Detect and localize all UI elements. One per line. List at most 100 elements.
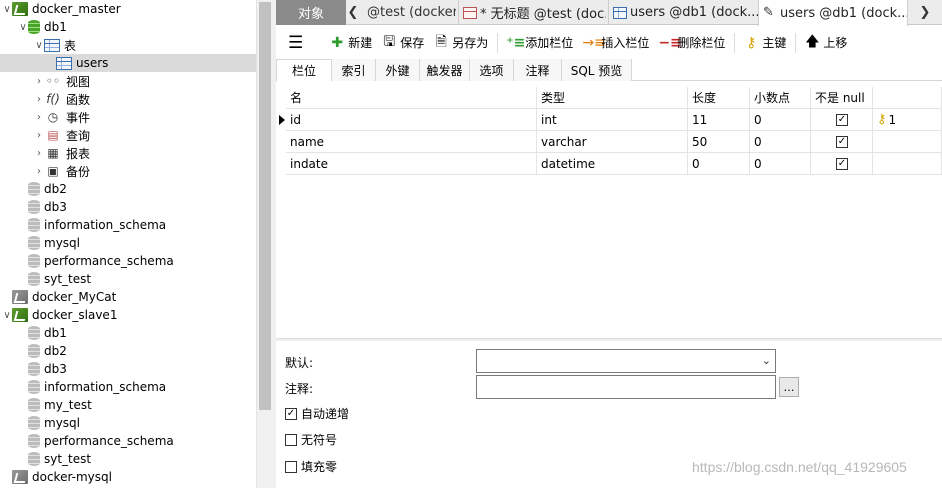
chevron-right-icon[interactable]: › xyxy=(34,72,44,90)
cell-name[interactable]: name xyxy=(286,131,537,153)
column-header-decimals[interactable]: 小数点 xyxy=(750,87,811,109)
cell-key[interactable]: ⚷ 1 xyxy=(873,109,942,131)
not-null-checkbox[interactable]: ✓ xyxy=(836,135,848,148)
move-up-button[interactable]: 🡅 上移 xyxy=(804,31,847,55)
not-null-checkbox[interactable]: ✓ xyxy=(836,157,848,170)
tree-item-docker_master[interactable]: ∨ docker_master xyxy=(0,0,256,18)
tree-scrollbar[interactable] xyxy=(256,0,272,488)
cell-key[interactable] xyxy=(873,153,942,175)
subtab-foreign-keys[interactable]: 外键 xyxy=(376,59,420,81)
cell-length[interactable]: 11 xyxy=(688,109,750,131)
tree-item[interactable]: › ▤ 查询 xyxy=(0,126,256,144)
tree-item[interactable]: ∨ 表 xyxy=(0,36,256,54)
tree-item[interactable]: › ▦ 报表 xyxy=(0,144,256,162)
tree-item-performance_schema[interactable]: performance_schema xyxy=(0,432,256,450)
chevron-down-icon[interactable]: ∨ xyxy=(18,18,28,36)
cell-not-null[interactable]: ✓ xyxy=(811,153,873,175)
subtab-triggers[interactable]: 触发器 xyxy=(420,59,470,81)
delete-field-button[interactable]: −≡ 删除栏位 xyxy=(658,31,725,55)
tree-item-docker-mysql[interactable]: docker-mysql xyxy=(0,468,256,486)
unsigned-checkbox[interactable]: 无符号 xyxy=(285,431,337,448)
subtab-comment[interactable]: 注释 xyxy=(514,59,562,81)
auto-increment-checkbox[interactable]: ✓ 自动递增 xyxy=(285,405,349,422)
tab-query-test[interactable]: @test (docker... xyxy=(360,0,456,25)
cell-not-null[interactable]: ✓ xyxy=(811,131,873,153)
checkbox-box[interactable] xyxy=(285,433,297,446)
tree-item-performance_schema[interactable]: performance_schema xyxy=(0,252,256,270)
tab-scroll-left-icon[interactable]: ❮ xyxy=(346,0,360,25)
cell-not-null[interactable]: ✓ xyxy=(811,109,873,131)
cell-decimals[interactable]: 0 xyxy=(750,109,811,131)
cell-length[interactable]: 50 xyxy=(688,131,750,153)
default-select[interactable]: ⌄ xyxy=(476,349,776,373)
add-field-button[interactable]: ⁺≡ 添加栏位 xyxy=(506,31,573,55)
checkbox-box[interactable]: ✓ xyxy=(285,407,297,420)
subtab-sql-preview[interactable]: SQL 预览 xyxy=(562,59,632,81)
insert-field-button[interactable]: →≡ 插入栏位 xyxy=(582,31,649,55)
tree-item-mysql[interactable]: mysql xyxy=(0,234,256,252)
cell-key[interactable] xyxy=(873,131,942,153)
tree-item-docker_slave1[interactable]: ∨ docker_slave1 xyxy=(0,306,256,324)
chevron-right-icon[interactable]: › xyxy=(34,162,44,180)
tab-untitled-query[interactable]: * 无标题 @test (doc... xyxy=(458,0,606,25)
chevron-right-icon[interactable]: › xyxy=(34,108,44,126)
cell-type[interactable]: int xyxy=(537,109,688,131)
connection-tree[interactable]: ∨ docker_master ∨ db1 ∨ 表 users › ◦◦ 视图 › f() 函数 › ◷ 事件… xyxy=(0,0,256,488)
tree-item-db2[interactable]: db2 xyxy=(0,342,256,360)
save-button[interactable]: 🖫 保存 xyxy=(381,31,424,55)
tree-scrollbar-thumb[interactable] xyxy=(259,2,271,410)
cell-name[interactable]: id xyxy=(286,109,537,131)
chevron-right-icon[interactable]: › xyxy=(34,90,44,108)
subtab-indexes[interactable]: 索引 xyxy=(332,59,376,81)
cell-length[interactable]: 0 xyxy=(688,153,750,175)
primary-key-button[interactable]: ⚷ 主键 xyxy=(743,31,786,55)
save-as-button[interactable]: 🗎 另存为 xyxy=(433,31,489,55)
menu-button[interactable]: ☰ xyxy=(288,31,303,55)
chevron-right-icon[interactable]: › xyxy=(34,144,44,162)
comment-input[interactable] xyxy=(476,375,776,399)
tree-item-db3[interactable]: db3 xyxy=(0,360,256,378)
tree-item[interactable]: › f() 函数 xyxy=(0,90,256,108)
tree-item-users[interactable]: users xyxy=(0,54,256,72)
tree-item-db2[interactable]: db2 xyxy=(0,180,256,198)
tree-item-information_schema[interactable]: information_schema xyxy=(0,378,256,396)
not-null-checkbox[interactable]: ✓ xyxy=(836,113,848,126)
new-button[interactable]: ✚ 新建 xyxy=(329,31,372,55)
zerofill-checkbox[interactable]: 填充零 xyxy=(285,458,337,475)
tab-scroll-right-icon[interactable]: ❯ xyxy=(908,0,942,25)
column-header-not-null[interactable]: 不是 null xyxy=(811,87,873,109)
chevron-down-icon[interactable]: ∨ xyxy=(2,0,12,18)
tree-item[interactable]: › ▣ 备份 xyxy=(0,162,256,180)
tree-item-my_test[interactable]: my_test xyxy=(0,396,256,414)
cell-decimals[interactable]: 0 xyxy=(750,131,811,153)
column-header-type[interactable]: 类型 xyxy=(537,87,688,109)
primary-key-label: 主键 xyxy=(762,36,787,50)
tree-item[interactable]: › ◦◦ 视图 xyxy=(0,72,256,90)
tree-item-db1[interactable]: ∨ db1 xyxy=(0,18,256,36)
subtab-fields[interactable]: 栏位 xyxy=(276,59,332,82)
chevron-down-icon[interactable]: ∨ xyxy=(34,36,44,54)
tree-item-syt_test[interactable]: syt_test xyxy=(0,270,256,288)
cell-type[interactable]: varchar xyxy=(537,131,688,153)
tree-item-db1[interactable]: db1 xyxy=(0,324,256,342)
tree-item-mysql[interactable]: mysql xyxy=(0,414,256,432)
tree-item[interactable]: › ◷ 事件 xyxy=(0,108,256,126)
tree-item-docker_mycat[interactable]: docker_MyCat xyxy=(0,288,256,306)
cell-decimals[interactable]: 0 xyxy=(750,153,811,175)
tree-item-information_schema[interactable]: information_schema xyxy=(0,216,256,234)
checkbox-box[interactable] xyxy=(285,460,297,473)
tab-objects[interactable]: 对象 xyxy=(276,0,346,25)
tree-item-db3[interactable]: db3 xyxy=(0,198,256,216)
comment-edit-button[interactable]: … xyxy=(779,377,799,397)
tab-users-data[interactable]: users @db1 (dock... xyxy=(608,0,758,25)
chevron-down-icon[interactable]: ∨ xyxy=(2,306,12,324)
cell-type[interactable]: datetime xyxy=(537,153,688,175)
cell-name[interactable]: indate xyxy=(286,153,537,175)
subtab-options[interactable]: 选项 xyxy=(470,59,514,81)
column-header-name[interactable]: 名 xyxy=(286,87,537,109)
chevron-right-icon[interactable]: › xyxy=(34,126,44,144)
column-header-length[interactable]: 长度 xyxy=(688,87,750,109)
tab-users-design[interactable]: ✎ users @db1 (dock... xyxy=(758,0,908,26)
tree-item-syt_test[interactable]: syt_test xyxy=(0,450,256,468)
